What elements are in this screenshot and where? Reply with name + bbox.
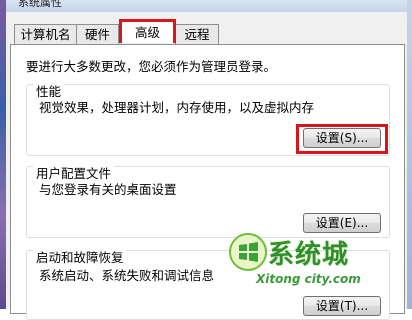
startup-recovery-description: 系统启动、系统失败和调试信息 — [39, 268, 215, 283]
window-border — [407, 0, 412, 309]
tab-hardware[interactable]: 硬件 — [76, 24, 119, 44]
watermark-url: Xitong city.com — [256, 272, 361, 286]
startup-recovery-title: 启动和故障恢复 — [33, 247, 127, 266]
user-profiles-description: 与您登录有关的桌面设置 — [39, 182, 177, 197]
startup-recovery-settings-button[interactable]: 设置(T)... — [303, 296, 381, 316]
window-title: 系统属性 — [18, 0, 62, 9]
performance-settings-button[interactable]: 设置(S)... — [303, 128, 381, 148]
performance-description: 视觉效果，处理器计划，内存使用，以及虚拟内存 — [39, 100, 315, 115]
admin-note: 要进行大多数更改，您必须作为管理员登录。 — [26, 59, 277, 74]
watermark: 系统城 Xitong city.com — [228, 230, 378, 292]
title-bar: 系统属性 — [6, 0, 407, 12]
tab-computer-name[interactable]: 计算机名 — [14, 24, 77, 44]
tab-remote[interactable]: 远程 — [175, 24, 219, 44]
windows-logo-icon — [229, 233, 267, 271]
watermark-name: 系统城 — [268, 240, 350, 270]
tab-advanced[interactable]: 高级 — [119, 19, 176, 43]
